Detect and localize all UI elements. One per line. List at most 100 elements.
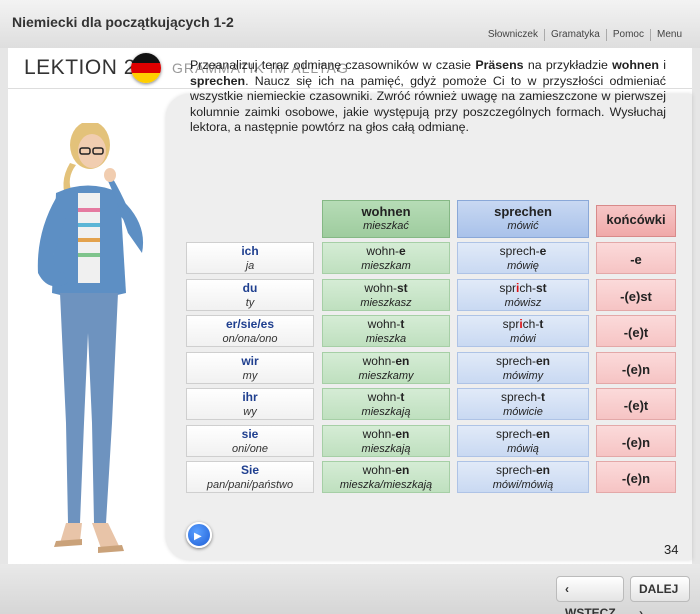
sprechen-stem-b: ch- <box>519 281 536 295</box>
ending-value: -e <box>630 252 642 267</box>
sprechen-ending: en <box>536 463 551 477</box>
next-button-label: DALEJ <box>639 582 679 596</box>
app-title: Niemiecki dla początkujących 1-2 <box>12 14 234 30</box>
pronoun-pl: pan/pani/państwo <box>206 479 294 491</box>
intro-text-1: Przeanalizuj teraz odmianę czasowników w… <box>190 58 476 72</box>
sprechen-form-cell: sprech-e mówię <box>457 242 589 274</box>
next-button[interactable]: DALEJ › <box>630 576 690 614</box>
header-endings: końcówki <box>596 205 676 237</box>
header-sprechen: sprechen mówić <box>457 200 589 238</box>
sprechen-stem-a: spr <box>499 281 516 295</box>
header-endings-label: końcówki <box>606 212 666 227</box>
chevron-right-icon: › <box>639 606 643 614</box>
wohnen-form-cell: wohn-t mieszka <box>322 315 450 347</box>
sprechen-ending: t <box>541 390 545 404</box>
speaker-icon: ▶ <box>194 531 202 542</box>
ending-value: -(e)n <box>621 362 651 377</box>
nav-menu-link[interactable]: Menu <box>649 29 688 41</box>
sprechen-ending: e <box>539 244 547 258</box>
pronoun-de: ihr <box>242 390 258 404</box>
wohnen-form-cell: wohn-t mieszkają <box>322 388 450 420</box>
ending-cell: -(e)st <box>596 279 676 311</box>
wohnen-form-cell: wohn-e mieszkam <box>322 242 450 274</box>
pronoun-de: sie <box>241 427 259 441</box>
ending-cell: -(e)t <box>596 315 676 347</box>
sprechen-stem-a: sprech- <box>499 244 540 258</box>
pronoun-de: Sie <box>240 463 259 477</box>
pronoun-pl: ty <box>245 297 255 309</box>
sprechen-form-pl: mówię <box>507 260 539 272</box>
ending-value: -(e)n <box>621 471 651 486</box>
back-button[interactable]: ‹ WSTECZ <box>556 576 624 614</box>
header-wohnen-de: wohnen <box>361 204 411 219</box>
sprechen-ending: st <box>536 281 547 295</box>
wohnen-form-cell: wohn-st mieszkasz <box>322 279 450 311</box>
sprechen-form-pl: mówimy <box>502 370 544 382</box>
wohnen-ending: en <box>395 427 410 441</box>
wohnen-form-cell: wohn-en mieszkamy <box>322 352 450 384</box>
wohnen-ending: e <box>399 244 406 258</box>
ending-value: -(e)t <box>623 398 649 413</box>
sprechen-stem-a: spr <box>502 317 520 331</box>
wohnen-form-de: wohn-en <box>323 354 449 369</box>
sprechen-ending: en <box>536 354 551 368</box>
wohnen-stem: wohn- <box>362 427 396 441</box>
nav-dictionary-link[interactable]: Słowniczek <box>482 29 544 41</box>
wohnen-stem: wohn- <box>362 463 396 477</box>
audio-play-button[interactable]: ▶ <box>186 522 212 548</box>
sprechen-form-de: sprich-st <box>458 281 588 296</box>
sprechen-form-de: sprech-en <box>458 463 588 478</box>
wohnen-form-pl: mieszkają <box>361 406 411 418</box>
intro-bold-prasens: Präsens <box>475 58 524 72</box>
sprechen-stem-a: sprech- <box>495 463 536 477</box>
pronoun-pl: wy <box>243 406 257 418</box>
pronoun-pl: oni/one <box>231 443 269 455</box>
sprechen-stem-a: sprech- <box>495 427 536 441</box>
wohnen-ending: t <box>400 317 405 331</box>
german-flag-icon <box>131 53 161 83</box>
ending-value: -(e)t <box>623 325 649 340</box>
ending-cell: -(e)n <box>596 425 676 457</box>
sprechen-form-cell: sprich-t mówi <box>457 315 589 347</box>
wohnen-form-pl: mieszka <box>365 333 407 345</box>
ending-cell: -(e)n <box>596 461 676 493</box>
pronoun-de: ich <box>241 244 259 258</box>
wohnen-ending: en <box>395 463 410 477</box>
header-wohnen-pl: mieszkać <box>363 220 409 232</box>
sprechen-form-pl: mówicie <box>503 406 543 418</box>
sprechen-form-pl: mówi/mówią <box>492 479 554 491</box>
wohnen-stem: wohn- <box>367 390 401 404</box>
sprechen-form-de: sprich-t <box>458 317 588 332</box>
nav-grammar-link[interactable]: Gramatyka <box>543 29 606 41</box>
wohnen-ending: st <box>397 281 408 295</box>
sprechen-stem-b: ch- <box>522 317 540 331</box>
pronoun-cell: du ty <box>186 279 314 311</box>
sprechen-form-de: sprech-e <box>458 244 588 259</box>
pronoun-de: wir <box>241 354 259 368</box>
intro-text-4: . Naucz się ich na pamięć, gdyż pomoże C… <box>190 73 666 135</box>
sprechen-form-pl: mówią <box>507 443 539 455</box>
wohnen-form-pl: mieszka/mieszkają <box>339 479 433 491</box>
sprechen-form-cell: sprich-st mówisz <box>457 279 589 311</box>
nav-help-link[interactable]: Pomoc <box>605 29 650 41</box>
wohnen-form-de: wohn-t <box>323 390 449 405</box>
wohnen-form-cell: wohn-en mieszka/mieszkają <box>322 461 450 493</box>
sprechen-form-cell: sprech-en mówią <box>457 425 589 457</box>
top-bar: Niemiecki dla początkujących 1-2 Słownic… <box>0 0 700 48</box>
pronoun-pl: ja <box>245 260 255 272</box>
pronoun-cell: er/sie/es on/ona/ono <box>186 315 314 347</box>
sprechen-stem-a: sprech- <box>500 390 541 404</box>
ending-value: -(e)st <box>620 289 652 304</box>
intro-text-3: i <box>658 58 667 72</box>
wohnen-ending: t <box>400 390 405 404</box>
lesson-title: LEKTION 2 <box>24 56 136 79</box>
pronoun-cell: ich ja <box>186 242 314 274</box>
intro-bold-wohnen: wohnen <box>612 58 659 72</box>
sprechen-ending: en <box>536 427 551 441</box>
sprechen-form-cell: sprech-en mówi/mówią <box>457 461 589 493</box>
header-wohnen: wohnen mieszkać <box>322 200 450 238</box>
wohnen-form-de: wohn-t <box>323 317 449 332</box>
wohnen-stem: wohn- <box>367 317 401 331</box>
sprechen-form-cell: sprech-t mówicie <box>457 388 589 420</box>
wohnen-stem: wohn- <box>366 244 399 258</box>
